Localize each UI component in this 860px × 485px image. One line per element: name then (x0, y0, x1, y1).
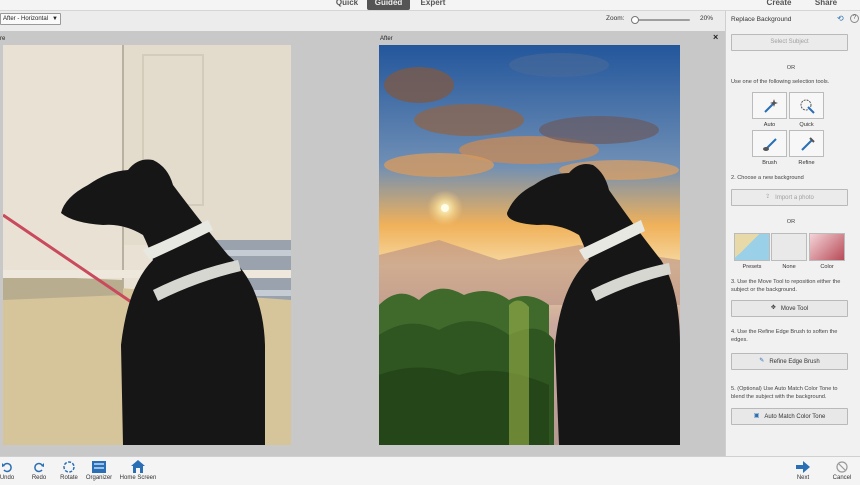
brush-tool-label: Brush (762, 160, 777, 166)
selection-brush-icon (763, 138, 777, 151)
auto-selection-icon (764, 99, 778, 113)
before-image-art (3, 45, 291, 445)
color-label: Color (820, 264, 834, 270)
select-subject-label: Select Subject (770, 39, 809, 45)
tab-quick[interactable]: Quick (334, 0, 360, 10)
arrow-right-icon (792, 459, 814, 474)
none-label: None (782, 264, 796, 270)
before-image (3, 45, 291, 445)
close-icon[interactable]: × (713, 32, 718, 42)
selection-brush-tool[interactable] (752, 130, 787, 157)
quick-selection-tool[interactable] (789, 92, 824, 119)
redo-label: Redo (31, 475, 47, 481)
auto-match-color-tone-button[interactable]: ▣ Auto Match Color Tone (731, 408, 848, 425)
next-button[interactable]: Next (792, 459, 814, 485)
panel-title: Replace Background (731, 16, 792, 23)
quick-selection-icon (800, 99, 815, 114)
view-dropdown-value: After - Horizontal (3, 16, 49, 22)
step-4-text: 4. Use the Refine Edge Brush to soften t… (731, 329, 838, 343)
refine-edge-brush-button[interactable]: ✎ Refine Edge Brush (731, 353, 848, 370)
help-icon[interactable]: ? (850, 14, 859, 23)
after-label: After (380, 36, 393, 42)
organizer-label: Organizer (85, 475, 113, 481)
cancel-button[interactable]: Cancel (830, 459, 854, 485)
color-swatch[interactable] (809, 233, 845, 261)
zoom-value: 20% (700, 15, 714, 22)
chevron-down-icon: ▼ (52, 16, 58, 22)
auto-tool-label: Auto (763, 122, 776, 128)
move-tool-button[interactable]: ✥ Move Tool (731, 300, 848, 317)
move-tool-label: Move Tool (780, 306, 809, 313)
refine-selection-tool[interactable] (789, 130, 824, 157)
organizer-button[interactable]: Organizer (84, 459, 114, 485)
move-icon: ✥ (770, 305, 776, 311)
redo-button[interactable]: Redo (28, 459, 50, 485)
refine-edge-label: Refine Edge Brush (769, 359, 820, 366)
after-image (379, 45, 680, 445)
zoom-label: Zoom: (606, 15, 625, 22)
rotate-label: Rotate (60, 475, 78, 481)
rotate-icon (57, 459, 81, 474)
reset-icon[interactable]: ⟲ (837, 14, 844, 23)
presets-label: Presets (742, 264, 762, 270)
create-menu[interactable]: Create (762, 0, 796, 10)
view-dropdown[interactable]: After - Horizontal ▼ (0, 13, 61, 25)
step-3-text: 3. Use the Move Tool to reposition eithe… (731, 279, 841, 293)
options-bar: After - Horizontal ▼ Zoom: 20% (0, 11, 725, 31)
step-5-text: 5. (Optional) Use Auto Match Color Tone … (731, 386, 838, 400)
undo-icon (0, 459, 18, 474)
next-label: Next (796, 475, 810, 481)
cancel-icon (830, 459, 854, 474)
home-screen-button[interactable]: Home Screen (118, 459, 158, 485)
before-label: re (0, 36, 6, 42)
auto-match-label: Auto Match Color Tone (764, 414, 826, 421)
photo-editor-window: Quick Guided Expert Create Share After -… (0, 0, 860, 485)
home-screen-label: Home Screen (119, 475, 157, 481)
rotate-button[interactable]: Rotate (57, 459, 81, 485)
share-menu[interactable]: Share (812, 0, 840, 10)
home-icon (118, 459, 158, 474)
after-image-art (379, 45, 680, 445)
zoom-slider-thumb[interactable] (630, 16, 639, 24)
none-swatch[interactable] (771, 233, 807, 261)
step-2-text: 2. Choose a new background (731, 175, 804, 181)
select-subject-button[interactable]: Select Subject (731, 34, 848, 51)
cancel-label: Cancel (832, 475, 852, 481)
tools-intro-text: Use one of the following selection tools… (731, 79, 830, 85)
brush-icon: ✎ (759, 358, 765, 364)
refine-tool-label: Refine (798, 160, 815, 166)
redo-icon (28, 459, 50, 474)
import-icon: ⇪ (765, 194, 771, 200)
tab-expert[interactable]: Expert (418, 0, 448, 10)
bottom-bar: Undo Redo Rotate Organizer Home Screen N… (0, 456, 860, 485)
organizer-icon (84, 459, 114, 474)
color-tone-icon: ▣ (753, 413, 760, 419)
auto-selection-tool[interactable] (752, 92, 787, 119)
import-photo-button[interactable]: ⇪ Import a photo (731, 189, 848, 206)
top-bar: Quick Guided Expert Create Share (0, 0, 860, 11)
or-separator-1: OR (786, 65, 796, 71)
tab-guided[interactable]: Guided (367, 0, 410, 10)
undo-button[interactable]: Undo (0, 459, 18, 485)
quick-tool-label: Quick (799, 122, 814, 128)
replace-background-panel: Replace Background ⟲ ? Select Subject OR… (725, 11, 860, 456)
or-separator-2: OR (786, 219, 796, 225)
refine-selection-icon (801, 137, 815, 151)
undo-label: Undo (0, 475, 15, 481)
zoom-slider[interactable] (630, 16, 690, 24)
presets-swatch[interactable] (734, 233, 770, 261)
import-photo-label: Import a photo (775, 195, 814, 202)
canvas-area: re After × (0, 31, 725, 456)
